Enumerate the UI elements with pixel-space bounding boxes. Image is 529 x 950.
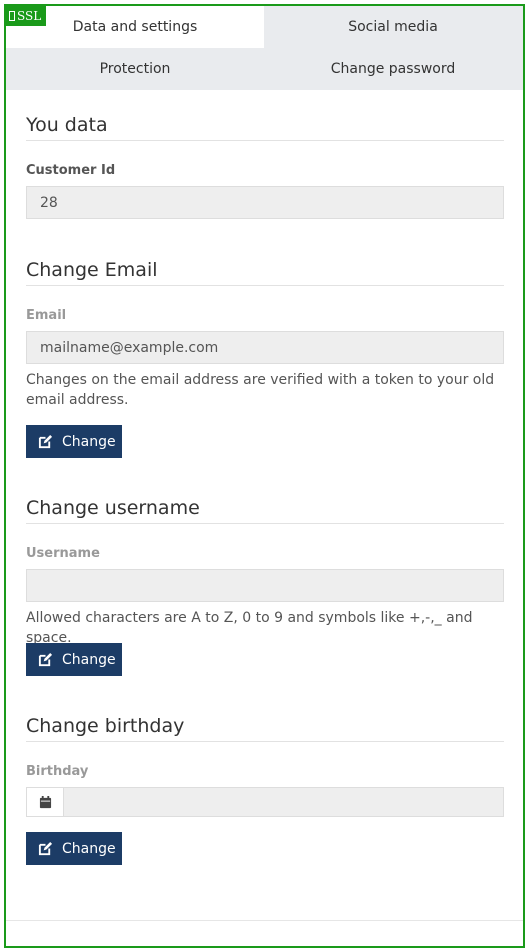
calendar-icon (39, 795, 51, 808)
change-email-button-label: Change (62, 433, 116, 450)
ssl-badge: SSL (4, 6, 47, 26)
customer-id-label: Customer Id (26, 163, 116, 178)
change-username-title: Change username (26, 497, 200, 519)
customer-id-field: 28 (26, 186, 504, 219)
edit-icon (38, 652, 53, 667)
birthday-label: Birthday (26, 764, 89, 779)
change-birthday-title: Change birthday (26, 715, 185, 737)
change-email-title: Change Email (26, 259, 158, 281)
tab-bar: Data and settings Social media Protectio… (6, 6, 523, 90)
username-help-text: Allowed characters are A to Z, 0 to 9 an… (26, 610, 473, 646)
tab-social-media[interactable]: Social media (264, 6, 522, 48)
email-field[interactable]: mailname@example.com (26, 331, 504, 364)
change-birthday-button[interactable]: Change (26, 832, 122, 865)
your-data-title: You data (26, 114, 108, 136)
username-label: Username (26, 546, 100, 561)
section-divider (26, 285, 504, 286)
email-label: Email (26, 308, 67, 323)
tab-protection[interactable]: Protection (6, 48, 264, 90)
change-username-button[interactable]: Change (26, 643, 122, 676)
footer-divider (6, 920, 523, 921)
section-divider (26, 523, 504, 524)
email-help-text: Changes on the email address are verifie… (26, 372, 495, 408)
change-birthday-button-label: Change (62, 840, 116, 857)
edit-icon (38, 434, 53, 449)
ssl-badge-label: SSL (17, 9, 42, 23)
change-email-button[interactable]: Change (26, 425, 122, 458)
change-username-button-label: Change (62, 651, 116, 668)
calendar-addon[interactable] (26, 787, 64, 817)
section-divider (26, 140, 504, 141)
lock-icon (9, 11, 15, 21)
tab-change-password[interactable]: Change password (264, 48, 522, 90)
section-divider (26, 741, 504, 742)
username-field[interactable] (26, 569, 504, 602)
birthday-field[interactable] (64, 787, 504, 817)
birthday-input-group (26, 787, 504, 817)
edit-icon (38, 841, 53, 856)
